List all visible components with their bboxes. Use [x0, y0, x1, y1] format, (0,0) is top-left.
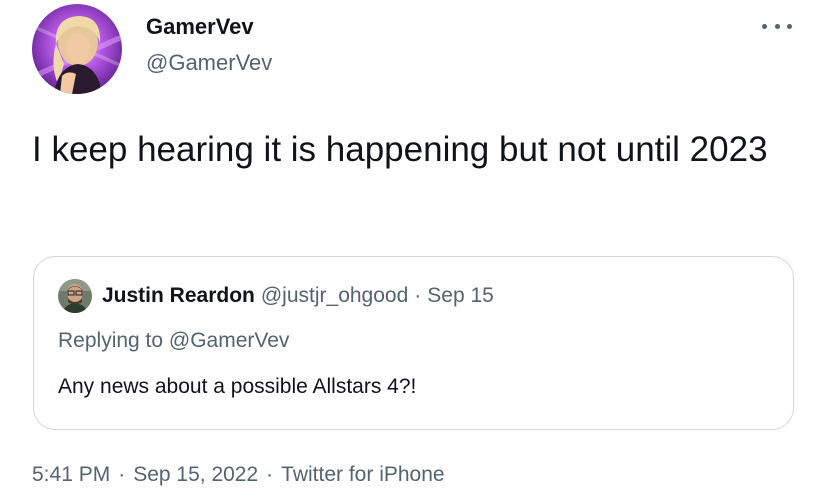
quoted-author-avatar-image	[58, 279, 92, 313]
quoted-tweet-header: Justin Reardon @justjr_ohgood · Sep 15	[58, 279, 494, 313]
quoted-header-separator: ·	[414, 284, 422, 307]
tweet-card: GamerVev @GamerVev I keep hearing it is …	[0, 0, 828, 497]
author-avatar[interactable]	[32, 4, 122, 94]
tweet-source[interactable]: Twitter for iPhone	[281, 463, 444, 486]
quoted-tweet-card[interactable]: Justin Reardon @justjr_ohgood · Sep 15 R…	[33, 256, 794, 430]
more-horizontal-icon	[762, 23, 767, 29]
author-avatar-image	[32, 4, 122, 94]
quoted-author-avatar	[58, 279, 92, 313]
meta-separator: ·	[266, 463, 274, 486]
tweet-meta: 5:41 PM · Sep 15, 2022 · Twitter for iPhone	[32, 463, 445, 487]
quoted-tweet-text: Any news about a possible Allstars 4?!	[58, 375, 417, 398]
author-info: GamerVev @GamerVev	[146, 12, 272, 78]
author-display-name[interactable]: GamerVev	[146, 12, 272, 42]
quoted-author-handle: @justjr_ohgood	[260, 284, 409, 307]
more-horizontal-icon-dot	[774, 23, 780, 29]
author-handle[interactable]: @GamerVev	[146, 48, 272, 78]
tweet-time[interactable]: 5:41 PM	[32, 463, 110, 486]
tweet-text: I keep hearing it is happening but not u…	[32, 130, 768, 169]
quoted-tweet-date: Sep 15	[427, 284, 494, 307]
meta-separator: ·	[118, 463, 126, 486]
more-options-button[interactable]	[762, 16, 792, 36]
quoted-author-display-name: Justin Reardon	[102, 284, 255, 307]
tweet-date[interactable]: Sep 15, 2022	[133, 463, 258, 486]
more-horizontal-icon-dot	[787, 23, 792, 29]
quoted-replying-to: Replying to @GamerVev	[58, 329, 290, 352]
